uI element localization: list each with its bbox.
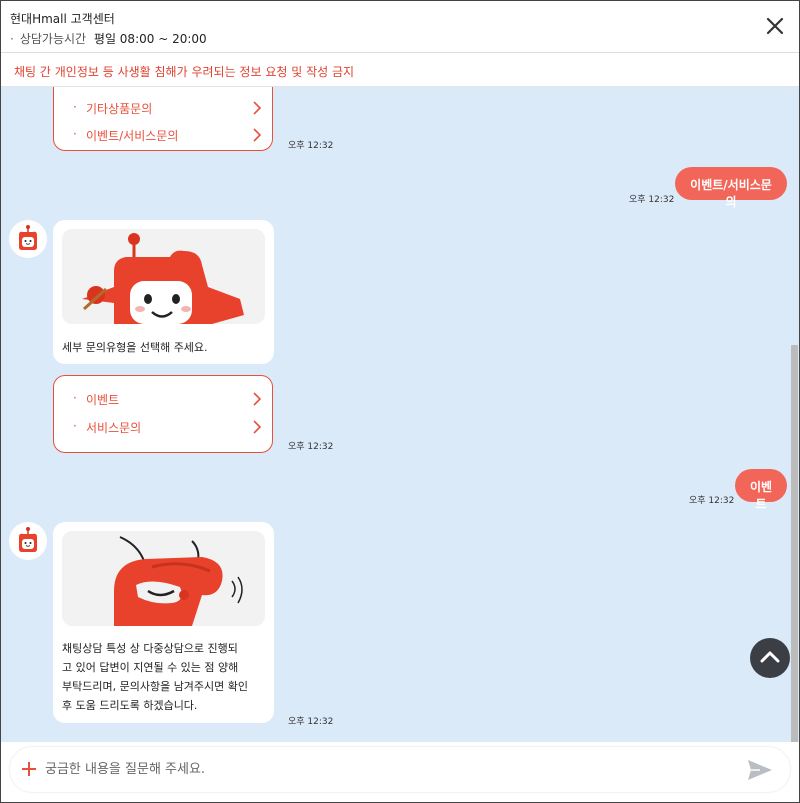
message-input-bar [10, 747, 790, 792]
menu-item-event-service[interactable]: · 이벤트/서비스문의 [54, 122, 272, 150]
menu-item-service-inquiry[interactable]: · 서비스문의 [54, 414, 272, 442]
chat-window: 현대Hmall 고객센터 · 상담가능시간 평일 08:00 ~ 20:00 채팅… [0, 0, 800, 803]
send-button[interactable] [746, 757, 774, 783]
close-button[interactable] [765, 16, 785, 36]
bot-message-line: 부탁드리며, 문의사항을 남겨주시면 확인 [62, 680, 249, 693]
menu-card: · 기타상품문의 · 이벤트/서비스문의 [53, 87, 273, 151]
bot-message-card: 채팅상담 특성 상 다중상담으로 진행되 고 있어 답변이 지연될 수 있는 점… [53, 522, 274, 723]
bot-message-line: 고 있어 답변이 지연될 수 있는 점 양해 [62, 661, 239, 674]
mascot-bowing-illustration [114, 536, 243, 626]
menu-item-event[interactable]: · 이벤트 [54, 386, 272, 414]
hours-label: 상담가능시간 [19, 32, 87, 46]
close-icon [766, 17, 784, 35]
plus-icon [22, 762, 36, 776]
mascot-avatar-icon [19, 225, 37, 250]
privacy-notice: 채팅 간 개인정보 등 사생활 침해가 우려되는 정보 요청 및 작성 금지 [1, 54, 799, 87]
menu-item-label: 이벤트/서비스문의 [86, 129, 179, 143]
menu-bullet: · [73, 100, 77, 114]
scroll-to-top-button[interactable] [750, 638, 790, 678]
menu-item-label: 서비스문의 [86, 421, 142, 435]
hours-value: 평일 08:00 ~ 20:00 [93, 32, 207, 46]
menu-card: · 이벤트 · 서비스문의 [53, 375, 273, 453]
bot-avatar [9, 220, 47, 258]
menu-bullet: · [73, 391, 77, 405]
mascot-image [62, 531, 265, 626]
mascot-waving-illustration [82, 233, 244, 324]
chat-area[interactable]: · 기타상품문의 · 이벤트/서비스문의 오후 12:32 오후 12:32 이… [1, 87, 799, 742]
message-time: 오후 12:32 [629, 195, 675, 205]
privacy-notice-text: 채팅 간 개인정보 등 사생활 침해가 우려되는 정보 요청 및 작성 금지 [14, 65, 355, 79]
page-title: 현대Hmall 고객센터 [10, 12, 115, 26]
chevron-right-icon [253, 392, 262, 406]
user-message-bubble: 이벤트/서비스문의 [675, 167, 787, 209]
message-input[interactable] [45, 755, 735, 783]
send-icon [748, 760, 772, 780]
mascot-image [62, 229, 265, 324]
user-message-bubble: 이벤트 [735, 469, 787, 511]
message-time: 오후 12:32 [288, 442, 334, 452]
chevron-right-icon [253, 420, 262, 434]
chevron-right-icon [253, 128, 262, 142]
menu-bullet: · [73, 127, 77, 141]
consult-hours: · 상담가능시간 평일 08:00 ~ 20:00 [10, 30, 207, 47]
bot-message-text: 세부 문의유형을 선택해 주세요. [62, 341, 208, 354]
bot-message-card: 세부 문의유형을 선택해 주세요. [53, 220, 274, 364]
bot-message-text: 채팅상담 특성 상 다중상담으로 진행되 고 있어 답변이 지연될 수 있는 점… [62, 639, 268, 715]
message-time: 오후 12:32 [288, 717, 334, 727]
mascot-avatar-icon [19, 527, 37, 552]
chat-scrollbar[interactable] [791, 345, 798, 742]
chevron-up-icon [760, 651, 780, 663]
add-attachment-button[interactable] [21, 761, 37, 777]
bot-avatar [9, 522, 47, 560]
message-time: 오후 12:32 [288, 141, 334, 151]
menu-item-label: 기타상품문의 [86, 102, 153, 116]
message-time: 오후 12:32 [689, 496, 735, 506]
bot-message-line: 후 도움 드리도록 하겠습니다. [62, 699, 198, 712]
header: 현대Hmall 고객센터 · 상담가능시간 평일 08:00 ~ 20:00 [1, 1, 799, 53]
menu-item-other-products[interactable]: · 기타상품문의 [54, 95, 272, 123]
menu-bullet: · [73, 419, 77, 433]
hours-bullet: · [10, 32, 14, 46]
bot-message-line: 채팅상담 특성 상 다중상담으로 진행되 [62, 642, 238, 655]
chevron-right-icon [253, 101, 262, 115]
menu-item-label: 이벤트 [86, 393, 120, 407]
